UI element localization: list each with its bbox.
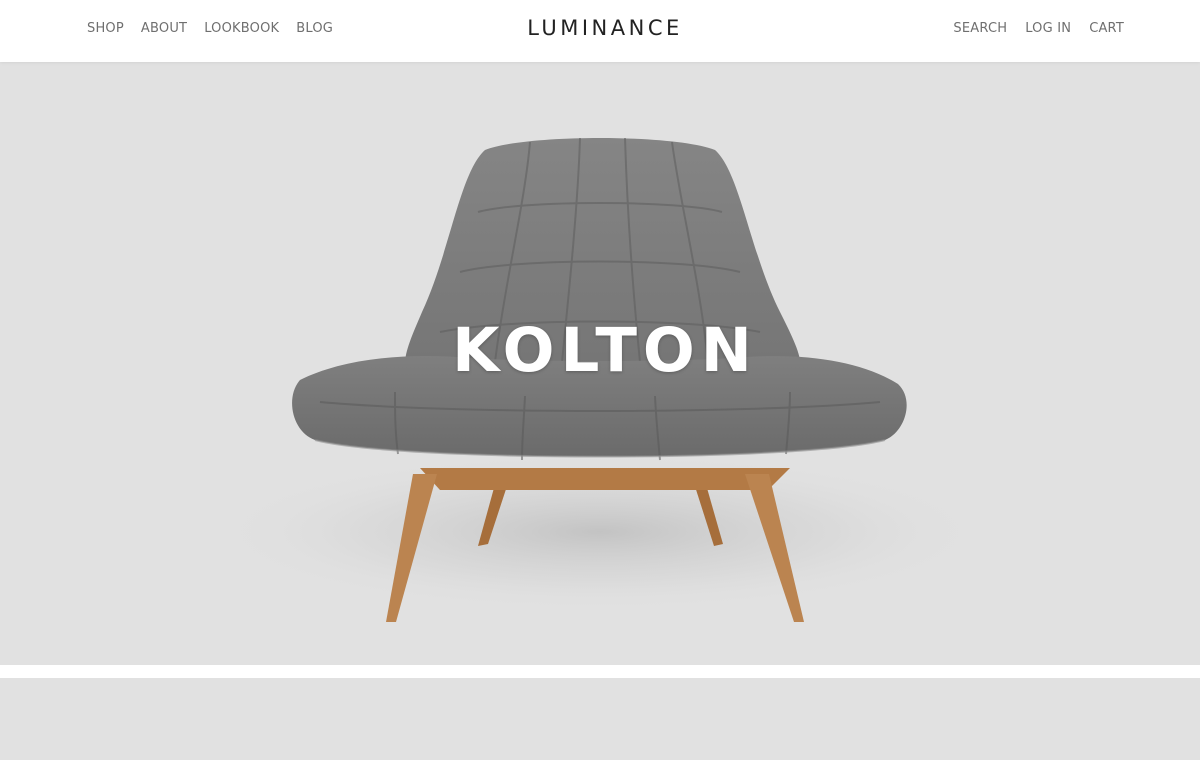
site-header: SHOP ABOUT LOOKBOOK BLOG LUMINANCE SEARC… — [0, 0, 1200, 62]
nav-cart-link[interactable]: CART — [1089, 21, 1124, 36]
next-section-banner — [0, 678, 1200, 760]
account-nav: SEARCH LOG IN CART — [935, 0, 1124, 56]
hero-banner[interactable]: KOLTON — [0, 62, 1200, 665]
hero-title: KOLTON — [452, 315, 758, 386]
nav-search-link[interactable]: SEARCH — [953, 21, 1007, 36]
nav-login-link[interactable]: LOG IN — [1025, 21, 1071, 36]
